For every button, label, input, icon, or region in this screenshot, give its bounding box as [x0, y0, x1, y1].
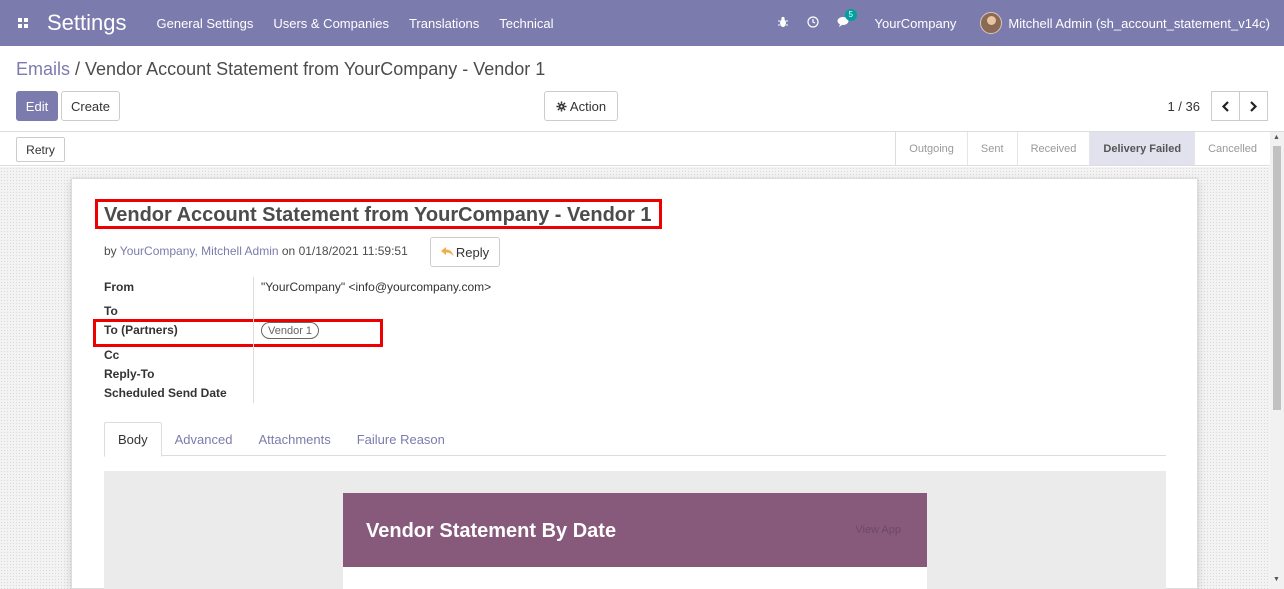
- email-date: on 01/18/2021 11:59:51: [278, 244, 408, 258]
- status-bar: Retry Outgoing Sent Received Delivery Fa…: [0, 131, 1284, 166]
- stage-sent: Sent: [966, 132, 1017, 165]
- email-byline: by YourCompany, Mitchell Admin on 01/18/…: [104, 244, 408, 258]
- action-button[interactable]: Action: [544, 91, 618, 121]
- stage-pipeline: Outgoing Sent Received Delivery Failed C…: [895, 132, 1270, 165]
- breadcrumb: Emails / Vendor Account Statement from Y…: [16, 59, 545, 80]
- messages-icon[interactable]: 5: [837, 8, 857, 31]
- author-link[interactable]: YourCompany, Mitchell Admin: [120, 244, 279, 258]
- reply-label: Reply: [455, 244, 490, 260]
- cc-label: Cc: [104, 348, 120, 362]
- to-label: To: [104, 304, 118, 318]
- reply-to-label: Reply-To: [104, 367, 155, 381]
- bug-icon[interactable]: [777, 16, 789, 31]
- tab-body[interactable]: Body: [104, 422, 162, 457]
- email-header: Vendor Statement By Date View App: [343, 493, 927, 567]
- chevron-right-icon: [1250, 100, 1258, 112]
- breadcrumb-emails-link[interactable]: Emails: [16, 59, 70, 79]
- top-navbar: Settings General Settings Users & Compan…: [0, 0, 1284, 46]
- breadcrumb-current: Vendor Account Statement from YourCompan…: [85, 59, 546, 79]
- scroll-down-icon[interactable]: ▼: [1273, 576, 1280, 583]
- gear-icon: [556, 100, 567, 112]
- pager-previous-button[interactable]: [1211, 91, 1240, 121]
- app-brand[interactable]: Settings: [47, 10, 127, 36]
- pager-value[interactable]: 1 / 36: [1167, 99, 1200, 114]
- tab-attachments[interactable]: Attachments: [245, 422, 343, 456]
- menu-users-companies[interactable]: Users & Companies: [273, 16, 389, 31]
- vertical-scrollbar[interactable]: ▲ ▼: [1270, 132, 1284, 589]
- breadcrumb-separator: /: [70, 59, 86, 79]
- apps-menu-icon[interactable]: [0, 0, 46, 46]
- scheduled-send-date-label: Scheduled Send Date: [104, 386, 227, 400]
- from-value: "YourCompany" <info@yourcompany.com>: [261, 280, 492, 294]
- company-switcher[interactable]: YourCompany: [875, 16, 957, 31]
- notebook-tabs: Body Advanced Attachments Failure Reason: [104, 422, 1166, 457]
- menu-general-settings[interactable]: General Settings: [157, 16, 254, 31]
- scrollbar-thumb[interactable]: [1273, 146, 1281, 410]
- email-card: Vendor Statement By Date View App: [343, 493, 927, 589]
- menu-translations[interactable]: Translations: [409, 16, 479, 31]
- pager-next-button[interactable]: [1239, 91, 1268, 121]
- messages-count-badge: 5: [844, 8, 857, 21]
- stage-delivery-failed: Delivery Failed: [1089, 132, 1195, 165]
- field-divider: [253, 277, 254, 403]
- partners-highlight-box: [93, 319, 383, 347]
- byline-prefix: by: [104, 244, 120, 258]
- subject-highlight-box: [95, 199, 662, 229]
- stage-cancelled: Cancelled: [1194, 132, 1270, 165]
- menu-technical[interactable]: Technical: [499, 16, 553, 31]
- stage-received: Received: [1016, 132, 1090, 165]
- action-label: Action: [569, 98, 607, 114]
- reply-button[interactable]: Reply: [430, 237, 500, 267]
- clock-icon[interactable]: [806, 15, 819, 31]
- view-app-link[interactable]: View App: [855, 524, 901, 536]
- reply-icon: [440, 245, 454, 260]
- form-sheet: Vendor Account Statement from YourCompan…: [71, 178, 1198, 589]
- tab-failure-reason[interactable]: Failure Reason: [344, 422, 458, 456]
- stage-outgoing: Outgoing: [909, 142, 954, 155]
- user-menu[interactable]: Mitchell Admin (sh_account_statement_v14…: [1008, 16, 1270, 31]
- edit-button[interactable]: Edit: [16, 91, 58, 121]
- create-button[interactable]: Create: [61, 91, 120, 121]
- tab-advanced[interactable]: Advanced: [162, 422, 246, 456]
- avatar[interactable]: [980, 12, 1003, 34]
- scroll-up-icon[interactable]: ▲: [1273, 134, 1280, 141]
- retry-button[interactable]: Retry: [16, 137, 65, 162]
- email-body-title: Vendor Statement By Date: [366, 520, 617, 542]
- chevron-left-icon: [1221, 100, 1229, 112]
- email-body-preview: Vendor Statement By Date View App: [104, 471, 1166, 589]
- from-label: From: [104, 280, 134, 294]
